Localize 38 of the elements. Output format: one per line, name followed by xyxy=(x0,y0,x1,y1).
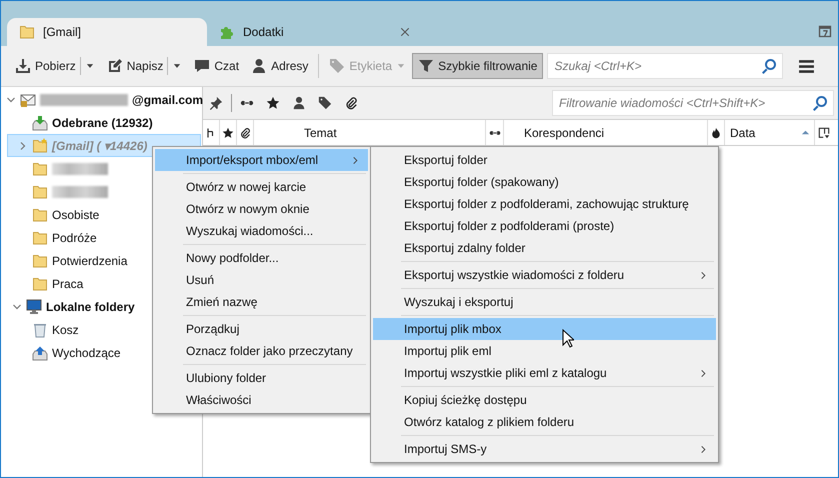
toolbar-button[interactable]: Szybkie filtrowanie xyxy=(412,53,544,79)
toolbar-button[interactable]: Pobierz xyxy=(9,53,101,79)
search-field[interactable]: Szukaj <Ctrl+K> xyxy=(547,53,784,79)
filter-field[interactable]: Filtrowanie wiadomości <Ctrl+Shift+K> xyxy=(552,90,834,116)
menu-item[interactable]: Wyszukaj i eksportuj xyxy=(373,291,716,313)
menu-item[interactable]: Wyszukaj wiadomości... xyxy=(155,220,368,242)
menu-item[interactable]: Usuń xyxy=(155,269,368,291)
toolbar-button[interactable]: Czat xyxy=(188,53,246,79)
menu-item[interactable]: Otwórz w nowym oknie xyxy=(155,198,368,220)
folder-item[interactable]: @gmail.com xyxy=(1,88,201,111)
menu-item[interactable]: Eksportuj folder xyxy=(373,149,716,171)
menu-item[interactable]: Oznacz folder jako przeczytany xyxy=(155,340,368,362)
column-header[interactable]: Data xyxy=(725,120,815,145)
menu-item[interactable]: Eksportuj zdalny folder xyxy=(373,237,716,259)
menu-item[interactable]: Kopiuj ścieżkę dostępu xyxy=(373,389,716,411)
tab[interactable]: Dodatki xyxy=(207,18,407,46)
menu-item[interactable]: Importuj SMS-y xyxy=(373,438,716,460)
menu-item[interactable]: Eksportuj wszystkie wiadomości z folderu xyxy=(373,264,716,286)
menu-item[interactable]: Zmień nazwę xyxy=(155,291,368,313)
menu-item[interactable]: Otwórz w nowej karcie xyxy=(155,176,368,198)
column-header[interactable]: Temat xyxy=(254,120,486,145)
menu-item[interactable]: Nowy podfolder... xyxy=(155,247,368,269)
menu-item[interactable]: Eksportuj folder z podfolderami (proste) xyxy=(373,215,716,237)
menu-item[interactable]: Eksportuj folder (spakowany) xyxy=(373,171,716,193)
folder-item[interactable]: Odebrane (12932) xyxy=(7,111,201,134)
menu-item[interactable]: Import/eksport mbox/eml xyxy=(155,149,368,171)
menu-item[interactable]: Eksportuj folder z podfolderami, zachowując strukturę xyxy=(373,193,716,215)
menu-item[interactable]: Ulubiony folder xyxy=(155,367,368,389)
menu-item[interactable]: Importuj plik eml xyxy=(373,340,716,362)
menu-item[interactable]: Importuj wszystkie pliki eml z katalogu xyxy=(373,362,716,384)
menu-item[interactable]: Otwórz katalog z plikiem folderu xyxy=(373,411,716,433)
menu-item[interactable]: Porządkuj xyxy=(155,318,368,340)
tab[interactable]: [Gmail] xyxy=(7,18,207,46)
toolbar-button[interactable]: Adresy xyxy=(245,53,314,79)
menu-item[interactable]: Właściwości xyxy=(155,389,368,411)
menu-item[interactable]: Importuj plik mbox xyxy=(373,318,716,340)
toolbar-button[interactable]: Napisz xyxy=(100,53,188,79)
column-header[interactable]: Korespondenci xyxy=(504,120,708,145)
